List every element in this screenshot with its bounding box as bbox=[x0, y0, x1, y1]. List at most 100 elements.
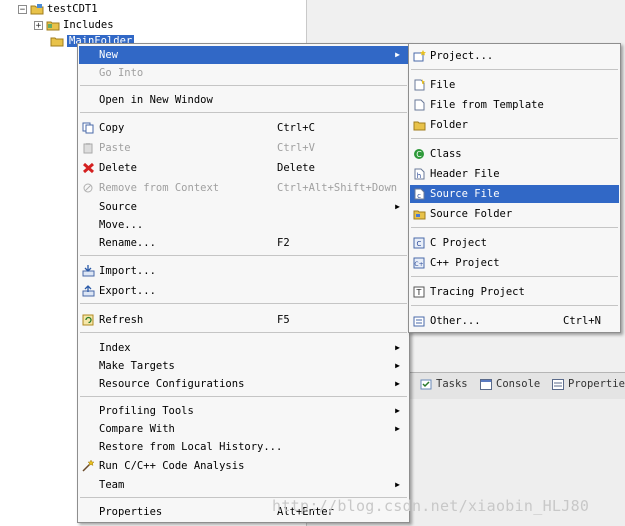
submenu-item-class-label: Class bbox=[430, 148, 462, 160]
cpp-project-icon: C+ bbox=[413, 257, 425, 269]
menu-item-copy-label: Copy bbox=[99, 122, 125, 134]
menu-item-run-analysis-label: Run C/C++ Code Analysis bbox=[99, 460, 245, 472]
menu-item-copy[interactable]: Copy Ctrl+C bbox=[79, 119, 408, 137]
submenu-item-cpp-project-label: C++ Project bbox=[430, 257, 500, 269]
submenu-item-source-folder-label: Source Folder bbox=[430, 208, 513, 220]
menu-item-open-new-window[interactable]: Open in New Window bbox=[79, 91, 408, 109]
wizard-icon bbox=[413, 316, 425, 327]
submenu-item-other[interactable]: Other... Ctrl+N bbox=[410, 312, 619, 330]
new-folder-icon bbox=[413, 121, 426, 131]
svg-text:h: h bbox=[417, 172, 421, 180]
menu-item-refresh[interactable]: Refresh F5 bbox=[79, 311, 408, 329]
menu-item-export[interactable]: Export... bbox=[79, 282, 408, 300]
menu-item-move[interactable]: Move... bbox=[79, 216, 408, 234]
submenu-item-tracing-project-label: Tracing Project bbox=[430, 286, 525, 298]
tree-item-project-label: testCDT1 bbox=[47, 3, 98, 15]
expand-icon[interactable]: + bbox=[34, 20, 43, 30]
menu-separator bbox=[411, 276, 618, 277]
menu-item-rename-shortcut: F2 bbox=[277, 237, 290, 249]
source-folder-icon bbox=[413, 210, 426, 220]
submenu-item-source-file[interactable]: c Source File bbox=[410, 185, 619, 203]
submenu-item-c-project-label: C Project bbox=[430, 237, 487, 249]
submenu-item-c-project[interactable]: C C Project bbox=[410, 234, 619, 252]
tracing-project-icon: T bbox=[413, 286, 425, 298]
submenu-item-source-folder[interactable]: Source Folder bbox=[410, 205, 619, 223]
svg-text:T: T bbox=[416, 288, 422, 297]
submenu-item-class[interactable]: C Class bbox=[410, 145, 619, 163]
tree-item-project[interactable]: − testCDT1 bbox=[18, 1, 98, 17]
menu-item-team[interactable]: Team ▶ bbox=[79, 476, 408, 494]
submenu-arrow-icon: ▶ bbox=[395, 50, 400, 59]
menu-item-open-new-window-label: Open in New Window bbox=[99, 94, 213, 106]
submenu-item-project[interactable]: Project... bbox=[410, 47, 619, 65]
menu-item-make-targets[interactable]: Make Targets ▶ bbox=[79, 357, 408, 375]
menu-item-move-label: Move... bbox=[99, 219, 144, 231]
menu-item-resource-configurations[interactable]: Resource Configurations ▶ bbox=[79, 375, 408, 393]
tab-console[interactable]: Console bbox=[480, 378, 540, 390]
submenu-item-file[interactable]: File bbox=[410, 76, 619, 94]
menu-item-restore-history[interactable]: Restore from Local History... bbox=[79, 438, 408, 456]
menu-item-refresh-label: Refresh bbox=[99, 314, 144, 326]
menu-item-import[interactable]: Import... bbox=[79, 262, 408, 280]
tree-item-includes[interactable]: + Includes bbox=[34, 17, 114, 33]
export-icon bbox=[82, 285, 95, 297]
menu-separator bbox=[80, 112, 407, 113]
submenu-item-folder[interactable]: Folder bbox=[410, 116, 619, 134]
menu-item-remove-from-context: Remove from Context Ctrl+Alt+Shift+Down bbox=[79, 179, 408, 197]
menu-item-rename[interactable]: Rename... F2 bbox=[79, 234, 408, 252]
menu-item-source[interactable]: Source ▶ bbox=[79, 198, 408, 216]
code-analysis-icon bbox=[82, 460, 95, 472]
menu-separator bbox=[80, 332, 407, 333]
delete-icon bbox=[83, 162, 94, 174]
menu-item-index[interactable]: Index ▶ bbox=[79, 339, 408, 357]
tab-console-label: Console bbox=[496, 378, 541, 390]
refresh-icon bbox=[82, 314, 94, 326]
submenu-arrow-icon: ▶ bbox=[395, 202, 400, 211]
paste-icon bbox=[83, 143, 93, 154]
menu-item-copy-shortcut: Ctrl+C bbox=[277, 122, 315, 134]
menu-item-source-label: Source bbox=[99, 201, 137, 213]
tab-properties[interactable]: Properties bbox=[552, 378, 625, 390]
menu-item-remove-context-label: Remove from Context bbox=[99, 182, 220, 194]
menu-item-index-label: Index bbox=[99, 342, 131, 354]
menu-item-team-label: Team bbox=[99, 479, 125, 491]
new-project-icon bbox=[413, 50, 426, 62]
tab-tasks[interactable]: Tasks bbox=[420, 378, 468, 390]
menu-separator bbox=[411, 138, 618, 139]
menu-item-export-label: Export... bbox=[99, 285, 156, 297]
menu-item-go-into: Go Into bbox=[79, 64, 408, 82]
console-icon bbox=[480, 378, 492, 390]
menu-separator bbox=[80, 303, 407, 304]
menu-item-new[interactable]: New ▶ bbox=[79, 46, 408, 64]
menu-item-paste-label: Paste bbox=[99, 142, 131, 154]
svg-text:C: C bbox=[417, 240, 422, 248]
svg-text:C+: C+ bbox=[414, 261, 423, 268]
tasks-icon bbox=[420, 379, 432, 389]
submenu-item-header-file[interactable]: h Header File bbox=[410, 165, 619, 183]
submenu-item-cpp-project[interactable]: C+ C++ Project bbox=[410, 254, 619, 272]
submenu-item-file-template-label: File from Template bbox=[430, 99, 544, 111]
views-tab-bar: Tasks Console Properties bbox=[408, 372, 625, 400]
menu-item-properties-label: Properties bbox=[99, 506, 163, 518]
import-icon bbox=[82, 265, 95, 277]
menu-separator bbox=[80, 396, 407, 397]
menu-item-profiling-tools[interactable]: Profiling Tools ▶ bbox=[79, 402, 408, 420]
menu-item-compare-with[interactable]: Compare With ▶ bbox=[79, 420, 408, 438]
folder-icon bbox=[50, 37, 64, 47]
collapse-icon[interactable]: − bbox=[18, 4, 27, 14]
menu-item-delete[interactable]: Delete Delete bbox=[79, 159, 408, 177]
source-file-icon: c bbox=[414, 188, 425, 200]
submenu-item-file-from-template[interactable]: File from Template bbox=[410, 96, 619, 114]
submenu-arrow-icon: ▶ bbox=[395, 343, 400, 352]
header-file-icon: h bbox=[414, 168, 425, 180]
submenu-item-other-shortcut: Ctrl+N bbox=[563, 315, 601, 327]
menu-item-import-label: Import... bbox=[99, 265, 156, 277]
submenu-item-source-file-label: Source File bbox=[430, 188, 500, 200]
menu-item-run-analysis[interactable]: Run C/C++ Code Analysis bbox=[79, 457, 408, 475]
tab-properties-label: Properties bbox=[568, 378, 625, 390]
includes-icon bbox=[46, 21, 60, 31]
svg-text:c: c bbox=[417, 192, 421, 200]
menu-item-compare-with-label: Compare With bbox=[99, 423, 175, 435]
new-file-icon bbox=[414, 79, 425, 91]
submenu-item-tracing-project[interactable]: T Tracing Project bbox=[410, 283, 619, 301]
